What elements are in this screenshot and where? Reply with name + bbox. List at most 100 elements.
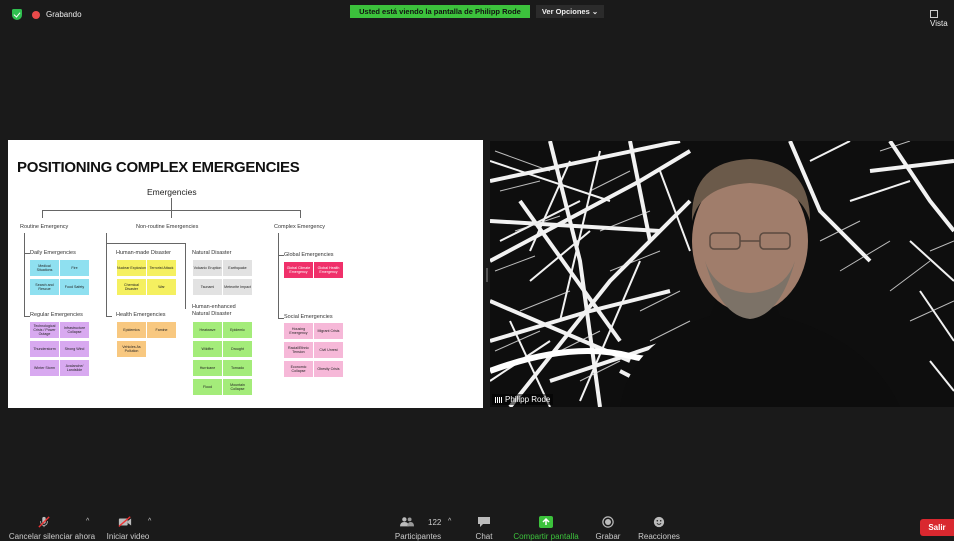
connector-line: [106, 243, 185, 244]
category-box: Wildfire: [193, 341, 222, 357]
chat-bubble-icon: [478, 517, 490, 527]
connector-line: [106, 316, 112, 317]
muted-microphone-icon: [38, 516, 50, 528]
record-label: Grabar: [595, 532, 621, 541]
view-button[interactable]: Vista: [930, 10, 954, 28]
view-options-button[interactable]: Ver Opciones ⌄: [536, 5, 604, 18]
participants-count: 122: [428, 518, 442, 527]
view-options-label: Ver Opciones: [541, 7, 590, 16]
unmute-button[interactable]: Cancelar silenciar ahora: [8, 508, 96, 541]
category-box: Meteorite Impact: [223, 279, 252, 295]
category-box: Fire: [60, 260, 89, 276]
share-screen-button[interactable]: Compartir pantalla: [512, 508, 580, 541]
category-box: Global Climate Emergency: [284, 262, 313, 278]
category-box: Chemical Disaster: [117, 279, 146, 295]
share-screen-label: Compartir pantalla: [513, 532, 579, 541]
category-box: Hurricane: [193, 360, 222, 376]
category-box: Avalanche/ Landslide: [60, 360, 89, 376]
unmute-label: Cancelar silenciar ahora: [8, 532, 96, 541]
routine-emergency-label: Routine Emergency: [20, 224, 69, 230]
category-box: Mountain Collapse: [223, 379, 252, 395]
leave-button[interactable]: Salir: [920, 519, 954, 536]
speaker-silhouette: [620, 159, 900, 407]
top-bar: Grabando Usted está viendo la pantalla d…: [0, 0, 954, 28]
category-box: Tornado: [223, 360, 252, 376]
category-box: Strong Wind: [60, 341, 89, 357]
human-enhanced-disaster-label: Human-enhanced Natural Disaster: [192, 304, 236, 317]
health-emergencies-label: Health Emergencies: [116, 312, 166, 318]
start-video-label: Iniciar video: [106, 532, 150, 541]
social-emergencies-label: Social Emergencies: [284, 314, 333, 320]
category-box: Epidemics: [117, 322, 146, 338]
category-box: Food Safety: [60, 279, 89, 295]
participant-name-tag: Philipp Rode: [492, 394, 554, 405]
connector-line: [278, 233, 279, 319]
slide-title: POSITIONING COMPLEX EMERGENCIES: [17, 159, 300, 176]
grid-view-icon: [930, 10, 938, 18]
participants-button[interactable]: 122 Participantes: [392, 508, 444, 541]
category-box: War: [147, 279, 176, 295]
daily-emergencies-label: Daily Emergencies: [30, 250, 76, 256]
signal-strength-icon: [495, 397, 503, 403]
connector-line: [106, 233, 107, 317]
category-box: Housing Emergency: [284, 323, 313, 339]
category-box: Nuclear Explosion: [117, 260, 146, 276]
record-icon: [602, 516, 614, 528]
nonroutine-emergencies-label: Non-routine Emergencies: [136, 224, 199, 230]
regular-emergencies-label: Regular Emergencies: [30, 312, 83, 318]
smiley-icon: [653, 516, 665, 528]
connector-line: [42, 210, 43, 218]
category-box: Epidemic: [223, 322, 252, 338]
category-box: Global Health Emergency: [314, 262, 343, 278]
meeting-toolbar: Cancelar silenciar ahora ^ Iniciar video…: [0, 508, 954, 541]
connector-line: [171, 198, 172, 210]
recording-label: Grabando: [46, 10, 82, 19]
category-box: Infrastructure Collapse: [60, 322, 89, 338]
category-box: Tsunami: [193, 279, 222, 295]
connector-line: [24, 233, 25, 317]
category-box: Heatwave: [193, 322, 222, 338]
start-video-button[interactable]: Iniciar video: [102, 508, 154, 541]
panel-resize-handle[interactable]: [486, 268, 488, 282]
connector-line: [185, 243, 186, 309]
category-box: Technological Crisis / Power Outage: [30, 322, 59, 338]
category-box: Civil Unrest: [314, 342, 343, 358]
participants-options-caret[interactable]: ^: [448, 518, 451, 525]
complex-emergency-label: Complex Emergency: [274, 224, 326, 230]
connector-line: [171, 210, 172, 218]
video-options-caret[interactable]: ^: [148, 518, 151, 525]
record-button[interactable]: Grabar: [590, 508, 626, 541]
video-off-icon: [118, 516, 132, 527]
screen-share-banner: Usted está viendo la pantalla de Philipp…: [350, 5, 530, 18]
audio-options-caret[interactable]: ^: [86, 518, 89, 525]
category-box: Vehicles As Pollution: [117, 341, 146, 357]
category-box: Famine: [147, 322, 176, 338]
category-box: Earthquake: [223, 260, 252, 276]
reactions-label: Reacciones: [638, 532, 680, 541]
recording-icon: [32, 11, 40, 19]
reactions-button[interactable]: Reacciones: [636, 508, 682, 541]
connector-line: [300, 210, 301, 218]
category-box: Thunderstorm: [30, 341, 59, 357]
category-box: Obesity Crisis: [314, 361, 343, 377]
category-box: Winter Storm: [30, 360, 59, 376]
participant-name: Philipp Rode: [505, 395, 551, 404]
chat-button[interactable]: Chat: [466, 508, 502, 541]
natural-disaster-label: Natural Disaster: [192, 250, 232, 256]
category-box: Racial/Ethnic Tension: [284, 342, 313, 358]
category-box: Economic Collapse: [284, 361, 313, 377]
category-box: Search and Rescue: [30, 279, 59, 295]
view-label: Vista: [930, 19, 948, 28]
shared-slide: POSITIONING COMPLEX EMERGENCIES Emergenc…: [8, 140, 483, 408]
human-made-disaster-label: Human-made Disaster: [116, 250, 172, 256]
category-box: Drought: [223, 341, 252, 357]
category-box: Volcanic Eruption: [193, 260, 222, 276]
category-box: Medical Situations: [30, 260, 59, 276]
global-emergencies-label: Global Emergencies: [284, 252, 334, 258]
security-shield-icon[interactable]: [12, 9, 22, 20]
tree-root-label: Emergencies: [147, 187, 197, 197]
speaker-video-tile[interactable]: Philipp Rode: [490, 141, 954, 407]
category-box: Terrorist Attack: [147, 260, 176, 276]
participants-label: Participantes: [394, 532, 442, 541]
share-screen-icon: [539, 516, 553, 528]
